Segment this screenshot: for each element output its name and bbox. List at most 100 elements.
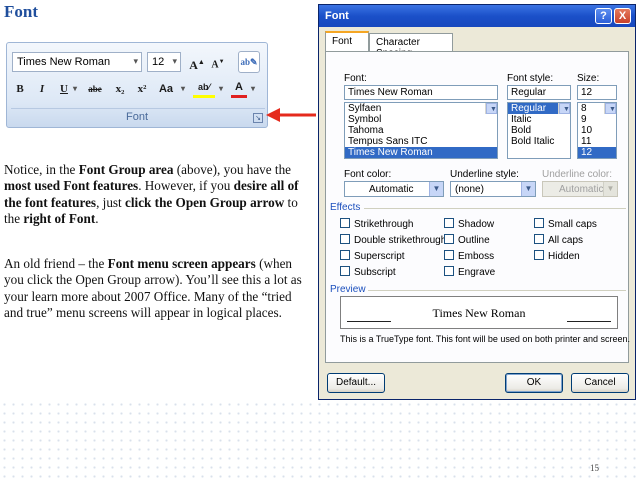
text-run: Notice, in the — [4, 162, 79, 177]
list-item[interactable]: 10 — [578, 125, 616, 136]
checkbox-box[interactable] — [340, 234, 350, 244]
font-name-combo[interactable]: Times New Roman ▾ — [12, 52, 142, 72]
underline-color-select[interactable]: Automatic ▼ — [542, 181, 618, 197]
list-item[interactable]: 11 — [578, 136, 616, 147]
list-item[interactable]: 9 — [578, 114, 616, 125]
slide-title: Font — [4, 2, 38, 21]
subscript-button[interactable]: x₂ — [111, 79, 129, 99]
checkbox-box[interactable] — [534, 234, 544, 244]
clear-formatting-button[interactable]: ab✎ — [238, 51, 260, 73]
divider — [567, 321, 611, 322]
italic-button[interactable]: I — [35, 79, 49, 99]
checkbox-box[interactable] — [340, 218, 350, 228]
list-item[interactable]: Sylfaen — [345, 103, 497, 114]
list-item[interactable]: Bold Italic — [508, 136, 570, 147]
size-label: Size: — [577, 73, 600, 84]
ok-button[interactable]: OK — [505, 373, 563, 393]
list-item[interactable]: Tempus Sans ITC — [345, 136, 497, 147]
chevron-down-icon[interactable]: ▾ — [71, 79, 79, 99]
font-label: Font: — [344, 73, 367, 84]
ribbon-font-group: Times New Roman ▾ 12 ▾ A▲ A▼ ab✎ B I U ▾… — [6, 42, 268, 128]
size-listbox[interactable]: 8 9 10 11 12 ▲ ▼ — [577, 102, 617, 159]
preview-text: Times New Roman — [432, 306, 526, 320]
font-color-value: Automatic — [369, 184, 414, 195]
double-strikethrough-checkbox[interactable]: Double strikethrough — [340, 234, 446, 246]
change-case-button[interactable]: Aa — [155, 79, 177, 99]
text-run: Font menu screen appears — [107, 256, 256, 271]
font-color-select[interactable]: Automatic ▼ — [344, 181, 444, 197]
scrollbar[interactable]: ▲ ▼ — [604, 103, 616, 114]
text-run: click the Open Group arrow — [125, 194, 285, 210]
grow-font-button[interactable]: A▲ — [188, 52, 206, 72]
checkbox-box[interactable] — [444, 266, 454, 276]
dialog-titlebar[interactable]: Font ? X — [319, 5, 635, 27]
outline-checkbox[interactable]: Outline — [444, 234, 490, 246]
scroll-down-icon[interactable]: ▼ — [605, 103, 616, 114]
chevron-down-icon[interactable]: ▼ — [521, 182, 535, 196]
superscript-button[interactable]: x² — [133, 79, 151, 99]
tab-character-spacing[interactable]: Character Spacing — [369, 33, 453, 59]
list-item-selected[interactable]: 12 — [578, 147, 616, 158]
font-dialog: Font ? X Font Character Spacing Font: Ti… — [318, 4, 636, 400]
checkbox-box[interactable] — [340, 250, 350, 260]
text-run: right of Font — [23, 211, 96, 227]
highlight-button[interactable]: ab⁄ — [193, 79, 215, 98]
bold-button[interactable]: B — [13, 79, 27, 99]
underline-style-value: (none) — [455, 184, 484, 195]
checkbox-box[interactable] — [340, 266, 350, 276]
font-tab-panel: Font: Times New Roman Sylfaen Symbol Tah… — [325, 51, 630, 363]
text-run: . However, if you — [138, 178, 234, 194]
list-item[interactable]: Symbol — [345, 114, 497, 125]
default-button[interactable]: Default... — [327, 373, 385, 393]
font-listbox[interactable]: Sylfaen Symbol Tahoma Tempus Sans ITC Ti… — [344, 102, 498, 159]
list-item[interactable]: Italic — [508, 114, 570, 125]
font-style-input[interactable]: Regular — [507, 85, 571, 100]
checkbox-box[interactable] — [444, 234, 454, 244]
superscript-checkbox[interactable]: Superscript — [340, 250, 405, 262]
size-input[interactable]: 12 — [577, 85, 617, 100]
font-input[interactable]: Times New Roman — [344, 85, 498, 100]
engrave-checkbox[interactable]: Engrave — [444, 266, 495, 278]
background-dot-pattern — [0, 400, 638, 479]
checkbox-box[interactable] — [534, 218, 544, 228]
small-caps-checkbox[interactable]: Small caps — [534, 218, 597, 230]
chevron-down-icon[interactable]: ▾ — [217, 79, 225, 99]
dialog-launcher-icon[interactable]: ↘ — [253, 113, 263, 123]
cancel-button[interactable]: Cancel — [571, 373, 629, 393]
font-style-label: Font style: — [507, 73, 554, 84]
underline-color-label: Underline color: — [542, 169, 613, 180]
list-item[interactable]: Tahoma — [345, 125, 497, 136]
chevron-down-icon[interactable]: ▾ — [133, 56, 138, 67]
chevron-down-icon[interactable]: ▼ — [603, 182, 617, 196]
scrollbar[interactable]: ▲ ▼ — [558, 103, 570, 114]
scrollbar[interactable]: ▲ ▼ — [485, 103, 497, 114]
checkbox-box[interactable] — [534, 250, 544, 260]
help-button[interactable]: ? — [595, 8, 612, 24]
all-caps-checkbox[interactable]: All caps — [534, 234, 583, 246]
font-color-button[interactable]: A — [231, 79, 247, 98]
list-item[interactable]: Bold — [508, 125, 570, 136]
list-item-selected[interactable]: Times New Roman — [345, 147, 497, 158]
strikethrough-checkbox[interactable]: Strikethrough — [340, 218, 413, 230]
scroll-down-icon[interactable]: ▼ — [559, 103, 570, 114]
underline-button[interactable]: U — [57, 79, 71, 99]
font-size-combo[interactable]: 12 ▾ — [147, 52, 181, 72]
subscript-checkbox[interactable]: Subscript — [340, 266, 396, 278]
chevron-down-icon[interactable]: ▾ — [172, 56, 177, 67]
close-button[interactable]: X — [614, 8, 631, 24]
shrink-font-button[interactable]: A▼ — [209, 52, 227, 72]
chevron-down-icon[interactable]: ▾ — [179, 79, 187, 99]
tab-font[interactable]: Font — [325, 31, 369, 51]
strikethrough-button[interactable]: abe — [83, 79, 107, 99]
checkbox-box[interactable] — [444, 218, 454, 228]
scroll-down-icon[interactable]: ▼ — [486, 103, 497, 114]
font-style-listbox[interactable]: Regular Italic Bold Bold Italic ▲ ▼ — [507, 102, 571, 159]
chevron-down-icon[interactable]: ▾ — [249, 79, 257, 99]
emboss-checkbox[interactable]: Emboss — [444, 250, 494, 262]
shadow-checkbox[interactable]: Shadow — [444, 218, 494, 230]
underline-style-select[interactable]: (none) ▼ — [450, 181, 536, 197]
underline-style-label: Underline style: — [450, 169, 519, 180]
hidden-checkbox[interactable]: Hidden — [534, 250, 580, 262]
checkbox-box[interactable] — [444, 250, 454, 260]
chevron-down-icon[interactable]: ▼ — [429, 182, 443, 196]
